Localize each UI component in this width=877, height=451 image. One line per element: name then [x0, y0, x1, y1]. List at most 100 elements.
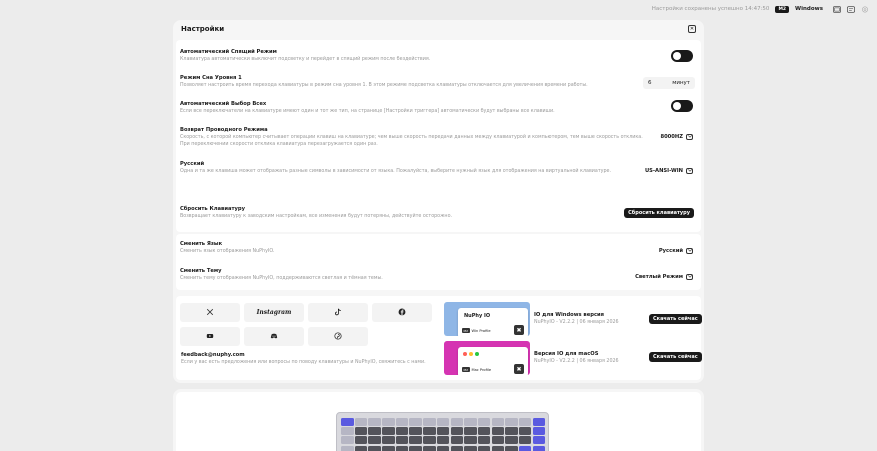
keycap[interactable]: [505, 418, 518, 426]
virtual-keyboard[interactable]: [336, 412, 549, 451]
keycap[interactable]: [341, 445, 354, 451]
feedback-email[interactable]: feedback@nuphy.com: [181, 352, 245, 358]
social-links: Instagram: [180, 303, 433, 346]
download-windows-button[interactable]: Скачать сейчас: [649, 314, 702, 324]
keycap[interactable]: [532, 418, 546, 426]
keycap[interactable]: [436, 436, 450, 445]
keycap[interactable]: [436, 427, 450, 436]
keycap[interactable]: [477, 427, 491, 436]
keycap[interactable]: [450, 436, 463, 445]
nuphy-logo-icon: ✖: [514, 364, 524, 374]
keycap[interactable]: [395, 418, 409, 426]
keycap[interactable]: [409, 427, 422, 436]
thumbnail-window: M2 Mac Profile ✖: [458, 347, 528, 375]
keycap[interactable]: [423, 445, 436, 451]
keycap[interactable]: [477, 445, 491, 451]
reset-keyboard-button[interactable]: Сбросить клавиатуру: [624, 208, 694, 218]
reset-row: Сбросить Клавиатуру Возвращает клавиатур…: [180, 206, 697, 221]
youtube-link[interactable]: [180, 327, 240, 346]
keyboard-icon[interactable]: [833, 5, 841, 13]
keycap[interactable]: [368, 427, 381, 436]
keycap[interactable]: [464, 445, 477, 451]
chevron-down-icon: [686, 133, 693, 140]
thumbnail-tag: M2 Mac Profile: [462, 367, 491, 372]
keycap[interactable]: [491, 445, 505, 451]
keycap[interactable]: [518, 427, 532, 436]
facebook-link[interactable]: [372, 303, 432, 322]
keycap[interactable]: [395, 445, 409, 451]
keycap[interactable]: [382, 418, 395, 426]
keycap[interactable]: [464, 436, 477, 445]
keycap[interactable]: [505, 427, 518, 436]
keycap[interactable]: [436, 418, 450, 426]
keycap[interactable]: [423, 427, 436, 436]
keycap[interactable]: [464, 418, 477, 426]
auto-sleep-toggle[interactable]: [671, 50, 693, 62]
discord-link[interactable]: [244, 327, 304, 346]
instagram-link[interactable]: Instagram: [244, 303, 304, 322]
setting-auto-sleep: Автоматический Спящий Режим Клавиатура а…: [180, 49, 697, 64]
keycap[interactable]: [518, 436, 532, 445]
keycap[interactable]: [436, 445, 450, 451]
x-link[interactable]: [180, 303, 240, 322]
keycap[interactable]: [450, 418, 463, 426]
feedback-desc: Если у вас есть предложения или вопросы …: [181, 360, 426, 365]
keycap[interactable]: [450, 427, 463, 436]
setting-desc: Позволяет настроить время перехода клави…: [180, 83, 588, 88]
keycap[interactable]: [464, 427, 477, 436]
keycap[interactable]: [368, 418, 381, 426]
theme-select[interactable]: Светлый Режим: [635, 271, 693, 282]
keycap[interactable]: [354, 427, 368, 436]
tiktok-link[interactable]: [308, 303, 368, 322]
keycap[interactable]: [532, 445, 546, 451]
keycap[interactable]: [354, 418, 368, 426]
keycap[interactable]: [477, 418, 491, 426]
keycap[interactable]: [395, 436, 409, 445]
keycap[interactable]: [532, 427, 546, 436]
keycap[interactable]: [382, 445, 395, 451]
keycap[interactable]: [477, 436, 491, 445]
sleep-minutes-input[interactable]: 6 минут: [643, 77, 695, 89]
keycap[interactable]: [382, 427, 395, 436]
keycap[interactable]: [341, 436, 354, 445]
model-badge[interactable]: M2: [775, 5, 790, 13]
appearance-card: Сменить Язык Сменить язык отображения Nu…: [176, 234, 701, 290]
os-label[interactable]: Windows: [795, 6, 823, 12]
keycap[interactable]: [409, 418, 422, 426]
thumbnail-tag-label: Mac Profile: [471, 367, 492, 372]
keycap[interactable]: [395, 427, 409, 436]
keycap[interactable]: [423, 436, 436, 445]
discord-icon: [270, 332, 278, 342]
keycap[interactable]: [532, 436, 546, 445]
keycap[interactable]: [382, 436, 395, 445]
close-button[interactable]: ✕: [688, 25, 696, 33]
language-desc: Сменить язык отображения NuPhyIO.: [180, 249, 275, 254]
keycap[interactable]: [491, 436, 505, 445]
keycap[interactable]: [368, 445, 381, 451]
download-mac-button[interactable]: Скачать сейчас: [649, 352, 702, 362]
auto-select-toggle[interactable]: [671, 100, 693, 112]
keycap[interactable]: [409, 445, 422, 451]
polling-rate-select[interactable]: 8000HZ: [660, 131, 693, 142]
keycap[interactable]: [505, 445, 518, 451]
keycap[interactable]: [354, 445, 368, 451]
keycap[interactable]: [491, 427, 505, 436]
keycap[interactable]: [491, 418, 505, 426]
keycap[interactable]: [368, 436, 381, 445]
keycap[interactable]: [341, 418, 354, 426]
reset-desc: Возвращает клавиатуру к заводским настро…: [180, 214, 453, 219]
pinterest-link[interactable]: [308, 327, 368, 346]
language-select[interactable]: Русский: [659, 245, 693, 256]
message-icon[interactable]: [847, 5, 855, 13]
keycap[interactable]: [505, 436, 518, 445]
keycap[interactable]: [409, 436, 422, 445]
keycap[interactable]: [518, 418, 532, 426]
keycap[interactable]: [354, 436, 368, 445]
keycap[interactable]: [518, 445, 532, 451]
keycap[interactable]: [423, 418, 436, 426]
settings-icon[interactable]: [861, 6, 869, 13]
keycap[interactable]: [341, 427, 354, 436]
model-badge: M2: [462, 328, 470, 333]
keycap[interactable]: [450, 445, 463, 451]
keyboard-layout-select[interactable]: US-ANSI-WIN: [645, 165, 693, 176]
